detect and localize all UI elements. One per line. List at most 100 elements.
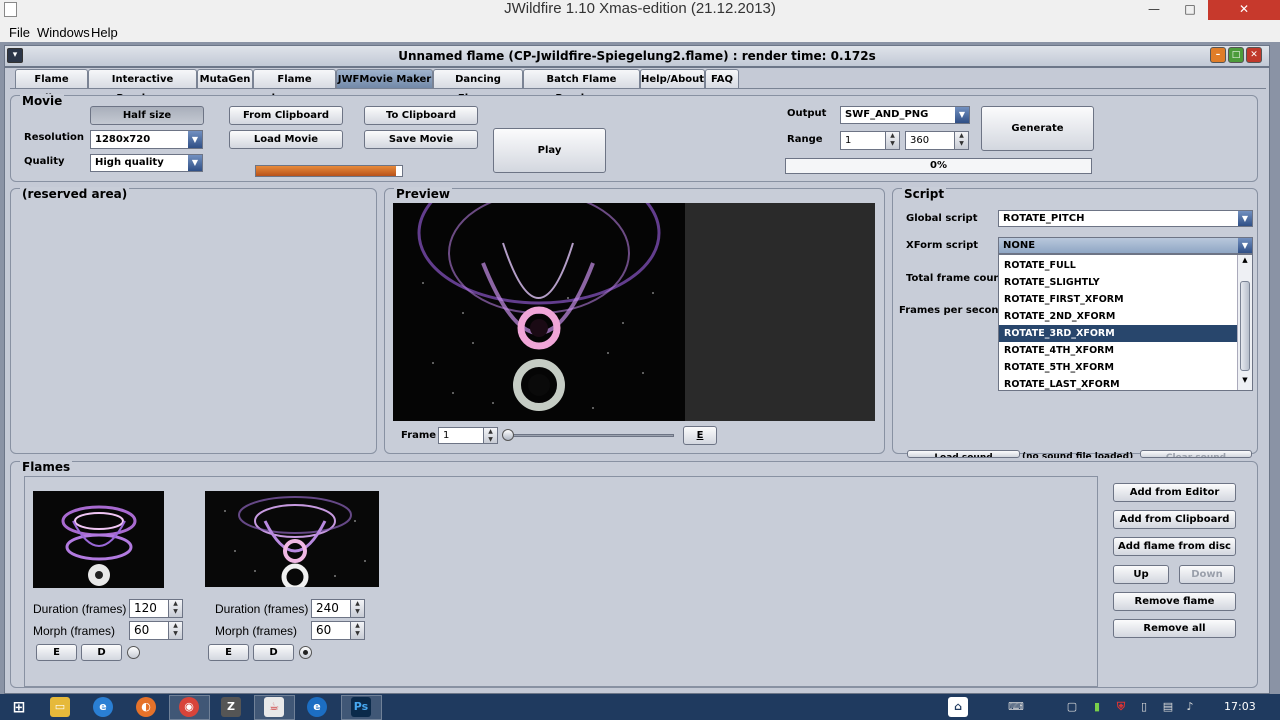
remove-all-button[interactable]: Remove all: [1113, 619, 1236, 638]
xform-option[interactable]: ROTATE_4TH_XFORM: [999, 342, 1238, 359]
xform-option[interactable]: ROTATE_SLIGHTLY: [999, 274, 1238, 291]
close-window-button[interactable]: ✕: [1208, 0, 1280, 20]
frame-close-icon[interactable]: ✕: [1246, 47, 1262, 63]
spinner-arrows-icon[interactable]: ▲ ▼: [350, 622, 364, 639]
tab-jwf-movie-maker[interactable]: JWFMovie Maker: [336, 69, 433, 89]
move-up-button[interactable]: Up: [1113, 565, 1169, 584]
duration-spinner-2[interactable]: 240 ▲ ▼: [311, 599, 365, 618]
menu-file[interactable]: File: [9, 25, 30, 40]
preview-canvas[interactable]: [393, 203, 875, 421]
chrome-icon[interactable]: ◉: [179, 697, 199, 717]
to-clipboard-button[interactable]: To Clipboard: [364, 106, 478, 125]
duration-spinner-1[interactable]: 120 ▲ ▼: [129, 599, 183, 618]
spinner-arrows-icon[interactable]: ▲ ▼: [350, 600, 364, 617]
range-from-spinner[interactable]: 1 ▲ ▼: [840, 131, 900, 150]
maximize-window-button[interactable]: □: [1172, 0, 1208, 20]
security-shield-icon[interactable]: ⛨: [1111, 697, 1131, 717]
menu-help[interactable]: Help: [91, 25, 118, 40]
move-down-button[interactable]: Down: [1179, 565, 1235, 584]
java-icon[interactable]: ☕: [264, 697, 284, 717]
frame-slider-thumb[interactable]: [502, 429, 514, 441]
spinner-arrows-icon[interactable]: ▲ ▼: [483, 428, 497, 443]
flame-edit-button-2[interactable]: E: [208, 644, 249, 661]
flame-select-radio-1[interactable]: [127, 646, 140, 659]
xform-option[interactable]: ROTATE_5TH_XFORM: [999, 359, 1238, 376]
generate-progress-text: 0%: [930, 160, 947, 171]
tab-faq[interactable]: FAQ: [705, 69, 739, 89]
tab-flame-browser[interactable]: Flame browser: [253, 69, 336, 104]
morph-spinner-1[interactable]: 60 ▲ ▼: [129, 621, 183, 640]
xform-option[interactable]: ROTATE_2ND_XFORM: [999, 308, 1238, 325]
flame-edit-button-1[interactable]: E: [36, 644, 77, 661]
start-windows-icon[interactable]: ⊞: [9, 697, 29, 717]
from-clipboard-button[interactable]: From Clipboard: [229, 106, 343, 125]
tray-icon[interactable]: ▢: [1062, 697, 1082, 717]
scroll-up-icon[interactable]: ▲: [1239, 256, 1251, 268]
taskbar-clock[interactable]: 17:03: [1224, 700, 1256, 713]
edge-browser-icon[interactable]: e: [307, 697, 327, 717]
preview-edit-button[interactable]: E: [683, 426, 717, 445]
tab-interactive-renderer[interactable]: Interactive Renderer: [88, 69, 197, 104]
scroll-thumb[interactable]: [1240, 281, 1250, 371]
flame-delete-button-2[interactable]: D: [253, 644, 294, 661]
dropdown-scrollbar[interactable]: ▲ ▼: [1237, 255, 1252, 390]
generate-button[interactable]: Generate: [981, 106, 1094, 151]
tab-help-about[interactable]: Help/About: [640, 69, 705, 89]
photoshop-icon[interactable]: Ps: [351, 697, 371, 717]
frame-menu-chevron-icon[interactable]: ▾: [7, 48, 23, 63]
network-icon[interactable]: ▤: [1158, 697, 1178, 717]
add-flame-from-disc-button[interactable]: Add flame from disc: [1113, 537, 1236, 556]
flame-select-radio-2[interactable]: [299, 646, 312, 659]
tab-flame-editor[interactable]: Flame Editor: [15, 69, 88, 104]
tab-dancing-flames[interactable]: Dancing Flames: [433, 69, 523, 104]
xform-option[interactable]: ROTATE_FIRST_XFORM: [999, 291, 1238, 308]
clear-sound-button[interactable]: Clear sound: [1140, 450, 1252, 458]
scroll-down-icon[interactable]: ▼: [1239, 376, 1251, 388]
frame-minimize-icon[interactable]: –: [1210, 47, 1226, 63]
minimize-window-button[interactable]: —: [1136, 0, 1172, 20]
flame-thumbnail-1[interactable]: [33, 491, 164, 588]
output-select[interactable]: SWF_AND_PNG ▼: [840, 106, 970, 124]
frame-spinner[interactable]: 1 ▲ ▼: [438, 427, 498, 444]
flame-thumbnail-2[interactable]: [205, 491, 379, 591]
volume-icon[interactable]: ♪: [1180, 697, 1200, 717]
add-from-editor-button[interactable]: Add from Editor: [1113, 483, 1236, 502]
spinner-arrows-icon[interactable]: ▲ ▼: [168, 600, 182, 617]
load-sound-button[interactable]: Load sound: [907, 450, 1020, 458]
zorro-app-icon[interactable]: Z: [221, 697, 241, 717]
quality-select[interactable]: High quality ▼: [90, 154, 203, 172]
spinner-arrows-icon[interactable]: ▲ ▼: [954, 132, 968, 149]
battery-icon[interactable]: ▯: [1134, 697, 1154, 717]
flame-delete-button-1[interactable]: D: [81, 644, 122, 661]
menu-windows[interactable]: Windows: [37, 25, 90, 40]
global-script-select[interactable]: ROTATE_PITCH ▼: [998, 210, 1253, 227]
range-to-spinner[interactable]: 360 ▲ ▼: [905, 131, 969, 150]
load-movie-button[interactable]: Load Movie: [229, 130, 343, 149]
add-from-clipboard-button[interactable]: Add from Clipboard: [1113, 510, 1236, 529]
xform-script-select[interactable]: NONE ▼: [998, 237, 1253, 254]
play-button[interactable]: Play: [493, 128, 606, 173]
internet-explorer-icon[interactable]: e: [93, 697, 113, 717]
network-status-icon[interactable]: ▮: [1087, 697, 1107, 717]
morph-spinner-2[interactable]: 60 ▲ ▼: [311, 621, 365, 640]
photoshop-label: Ps: [353, 700, 369, 713]
xform-option[interactable]: ROTATE_FULL: [999, 257, 1238, 274]
tab-batch-flame-renderer[interactable]: Batch Flame Renderer: [523, 69, 640, 104]
xform-option[interactable]: ROTATE_LAST_XFORM: [999, 376, 1238, 393]
frame-maximize-icon[interactable]: □: [1228, 47, 1244, 63]
remove-flame-button[interactable]: Remove flame: [1113, 592, 1236, 611]
half-size-toggle[interactable]: Half size: [90, 106, 204, 125]
save-movie-button[interactable]: Save Movie: [364, 130, 478, 149]
frame-slider-track[interactable]: [506, 434, 674, 437]
spinner-arrows-icon[interactable]: ▲ ▼: [885, 132, 899, 149]
global-script-label: Global script: [906, 213, 978, 224]
spinner-arrows-icon[interactable]: ▲ ▼: [168, 622, 182, 639]
firefox-icon[interactable]: ◐: [136, 697, 156, 717]
home-icon[interactable]: ⌂: [948, 697, 968, 717]
resolution-select[interactable]: 1280x720 ▼: [90, 130, 203, 149]
xform-option-selected[interactable]: ROTATE_3RD_XFORM: [999, 325, 1238, 342]
file-explorer-icon[interactable]: ▭: [50, 697, 70, 717]
tab-mutagen[interactable]: MutaGen: [197, 69, 253, 89]
keyboard-icon[interactable]: ⌨: [1006, 697, 1026, 717]
morph-value-2: 60: [316, 623, 332, 637]
